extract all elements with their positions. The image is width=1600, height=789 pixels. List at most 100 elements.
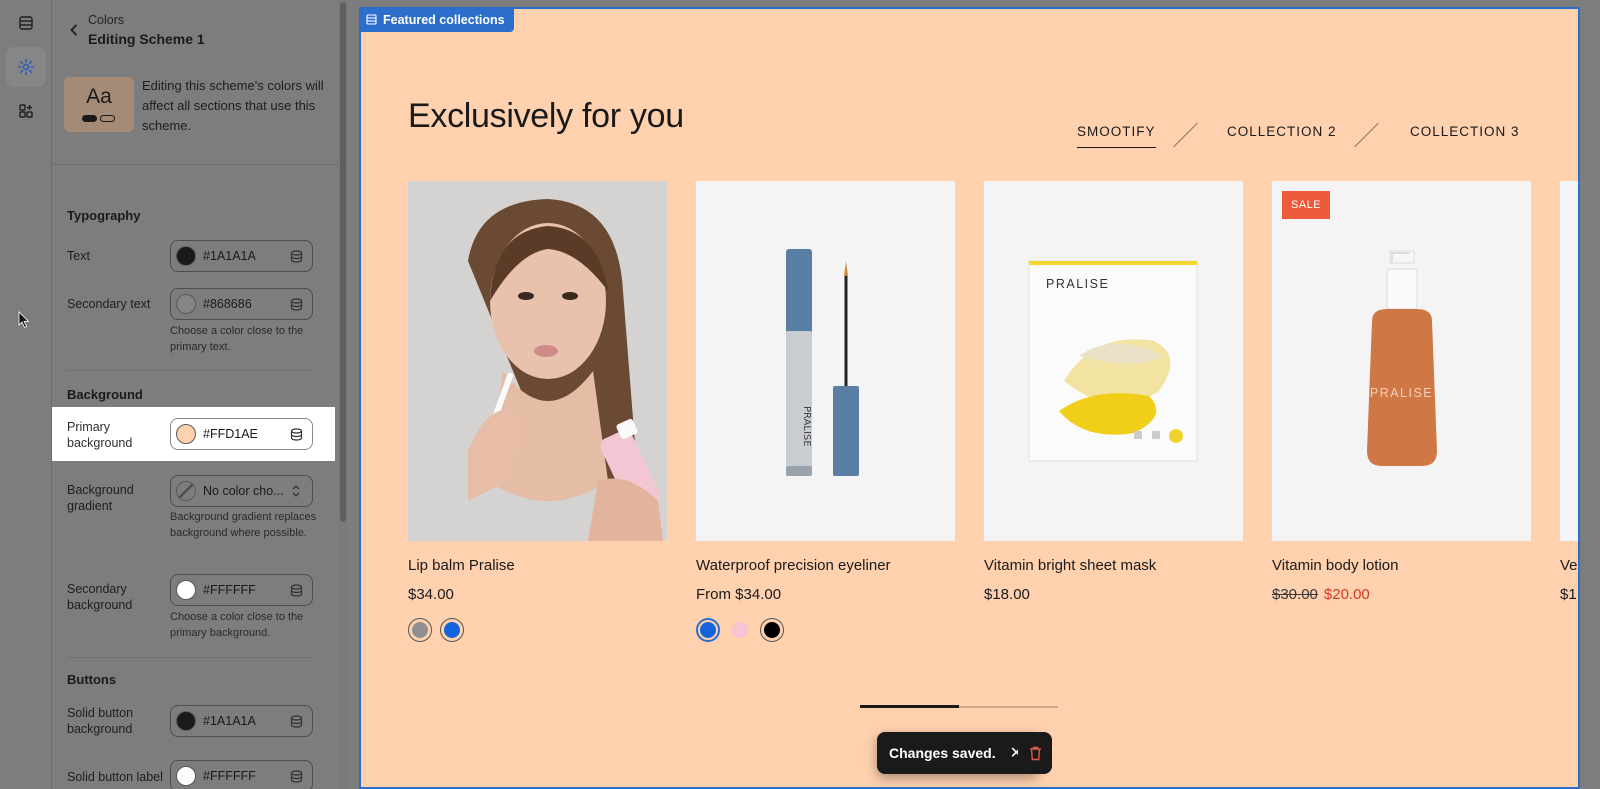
product-price: $34.00 <box>408 586 454 603</box>
compare-at-price: $30.00 <box>1272 586 1318 603</box>
connect-source-icon[interactable] <box>286 766 306 786</box>
trash-icon[interactable] <box>1018 732 1052 774</box>
connect-source-icon[interactable] <box>286 711 306 731</box>
color-option-blue[interactable] <box>696 618 720 642</box>
back-chevron-icon[interactable] <box>62 18 86 42</box>
carousel-progress-fill <box>860 705 959 708</box>
scheme-outline-button-swatch <box>100 115 115 122</box>
typography-heading: Typography <box>67 208 141 223</box>
scheme-solid-button-swatch <box>82 115 97 122</box>
color-scheme-panel: Colors Editing Scheme 1 Aa Editing this … <box>52 0 340 789</box>
product-image[interactable]: PRALISE <box>984 181 1243 541</box>
primary-background-swatch[interactable] <box>176 424 196 444</box>
product-price: From $34.00 <box>696 586 782 603</box>
connect-source-icon[interactable] <box>286 580 306 600</box>
product-image[interactable] <box>1560 181 1578 541</box>
featured-collections-section[interactable]: Featured collections Exclusively for you… <box>359 7 1580 789</box>
tab-collection-2[interactable]: COLLECTION 2 <box>1227 124 1337 139</box>
product-card[interactable]: PRALISE SALE Vitamin body lotion $30.00 $… <box>1272 181 1531 603</box>
buttons-heading: Buttons <box>67 672 117 687</box>
secondary-background-swatch[interactable] <box>176 580 196 600</box>
tab-collection-3[interactable]: COLLECTION 3 <box>1410 124 1520 139</box>
product-name[interactable]: Waterproof precision eyeliner <box>696 557 955 574</box>
svg-text:PRALISE: PRALISE <box>801 406 812 447</box>
primary-background-value[interactable]: #FFD1AE <box>203 427 286 441</box>
product-card[interactable]: PRALISE Waterproof precision eyeliner Fr… <box>696 181 955 642</box>
select-chevrons-icon[interactable] <box>286 481 306 501</box>
divider <box>52 164 340 165</box>
scheme-preview-glyph: Aa <box>86 85 112 108</box>
background-gradient-select[interactable]: No color cho... <box>170 475 313 507</box>
secondary-text-value[interactable]: #868686 <box>203 297 286 311</box>
section-tag-label: Featured collections <box>383 12 505 27</box>
solid-button-background-field[interactable]: #1A1A1A <box>170 705 313 737</box>
apps-icon[interactable] <box>6 91 46 131</box>
product-image[interactable] <box>408 181 667 541</box>
text-color-value[interactable]: #1A1A1A <box>203 249 286 263</box>
product-name[interactable]: Vitamin body lotion <box>1272 557 1531 574</box>
primary-background-row: Primary background #FFD1AE <box>52 407 335 461</box>
storefront-preview: Featured collections Exclusively for you… <box>357 0 1600 789</box>
solid-button-label-value[interactable]: #FFFFFF <box>203 769 286 783</box>
breadcrumb: Colors <box>88 13 125 27</box>
connect-source-icon[interactable] <box>286 294 306 314</box>
color-option-grey[interactable] <box>408 618 432 642</box>
product-card[interactable]: PRALISE Vitamin bright sheet mask $18.00 <box>984 181 1243 603</box>
connect-source-icon[interactable] <box>286 424 306 444</box>
text-color-label: Text <box>67 249 90 263</box>
divider <box>67 370 313 371</box>
background-gradient-label: Background gradient <box>67 483 134 513</box>
solid-button-background-value[interactable]: #1A1A1A <box>203 714 286 728</box>
section-tag[interactable]: Featured collections <box>361 9 514 32</box>
section-layout-icon <box>366 14 377 25</box>
secondary-text-swatch[interactable] <box>176 294 196 314</box>
panel-scrollbar-thumb[interactable] <box>340 2 346 522</box>
sections-icon[interactable] <box>6 3 46 43</box>
text-color-swatch[interactable] <box>176 246 196 266</box>
scheme-preview-tile: Aa <box>64 77 134 132</box>
panel-title: Editing Scheme 1 <box>88 31 205 47</box>
text-color-field[interactable]: #1A1A1A <box>170 240 313 272</box>
secondary-background-label: Secondary background <box>67 582 133 612</box>
color-option-dot <box>732 622 748 638</box>
secondary-text-help: Choose a color close to the primary text… <box>170 325 304 353</box>
no-color-icon <box>176 481 196 501</box>
panel-scrollbar[interactable] <box>338 0 348 789</box>
product-image[interactable]: PRALISE SALE <box>1272 181 1531 541</box>
solid-button-label-swatch[interactable] <box>176 766 196 786</box>
color-option-blue[interactable] <box>440 618 464 642</box>
color-options <box>696 618 955 642</box>
product-name[interactable]: Ve <box>1560 557 1578 574</box>
solid-button-label-field[interactable]: #FFFFFF <box>170 760 313 789</box>
sale-price: $20.00 <box>1323 586 1370 603</box>
product-name[interactable]: Lip balm Pralise <box>408 557 667 574</box>
secondary-text-label: Secondary text <box>67 297 151 311</box>
theme-settings-gear-icon[interactable] <box>6 47 46 87</box>
product-price: $18.00 <box>984 586 1030 603</box>
background-gradient-value[interactable]: No color cho... <box>203 484 286 498</box>
secondary-background-help: Choose a color close to the primary back… <box>170 611 304 639</box>
color-option-pink[interactable] <box>728 618 752 642</box>
tab-smootify[interactable]: SMOOTIFY <box>1077 124 1156 148</box>
solid-button-label-label: Solid button label <box>67 770 163 784</box>
background-gradient-help: Background gradient replaces background … <box>170 511 317 539</box>
tab-separator <box>1173 122 1198 148</box>
solid-button-background-label: Solid button background <box>67 706 134 736</box>
product-card[interactable]: Lip balm Pralise $34.00 <box>408 181 667 642</box>
color-option-dot <box>700 622 716 638</box>
product-name[interactable]: Vitamin bright sheet mask <box>984 557 1243 574</box>
connect-source-icon[interactable] <box>286 246 306 266</box>
carousel-progress[interactable] <box>860 705 1058 708</box>
primary-background-field[interactable]: #FFD1AE <box>170 418 313 450</box>
color-options <box>408 618 667 642</box>
product-card[interactable]: Ve $1 <box>1560 181 1578 603</box>
color-option-dot <box>412 622 428 638</box>
secondary-background-value[interactable]: #FFFFFF <box>203 583 286 597</box>
secondary-text-color-field[interactable]: #868686 <box>170 288 313 320</box>
product-image[interactable]: PRALISE <box>696 181 955 541</box>
solid-button-background-swatch[interactable] <box>176 711 196 731</box>
product-brand-label: PRALISE <box>1046 277 1110 291</box>
editor-icon-rail <box>0 0 52 789</box>
color-option-black[interactable] <box>760 618 784 642</box>
secondary-background-field[interactable]: #FFFFFF <box>170 574 313 606</box>
